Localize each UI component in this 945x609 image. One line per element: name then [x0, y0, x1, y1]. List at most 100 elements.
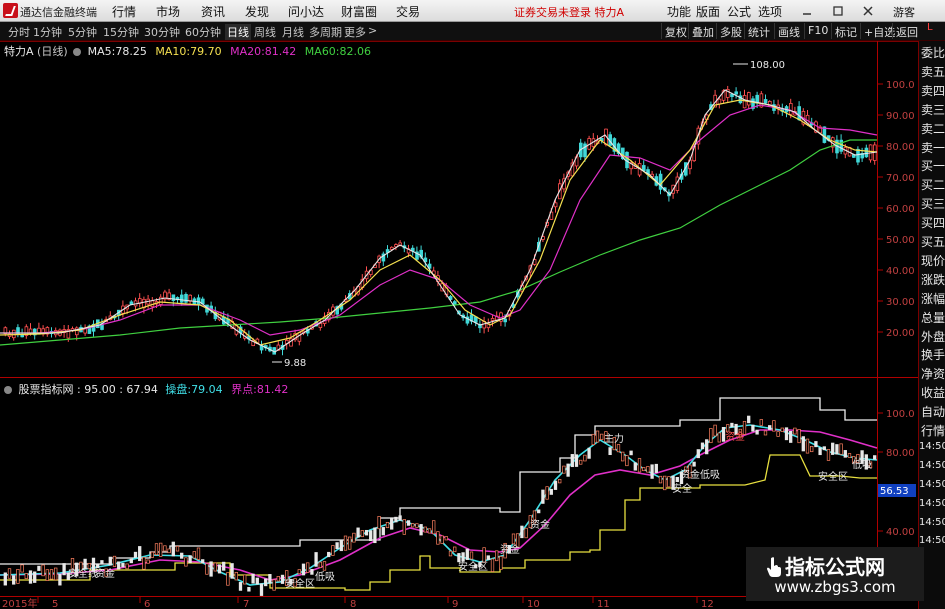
panel-item: 14:50 — [919, 459, 945, 471]
sub-candle — [150, 551, 154, 558]
sub-candle — [243, 574, 247, 585]
sub-candle — [717, 432, 721, 443]
sub-candle — [801, 436, 805, 452]
sub-candle — [146, 559, 150, 564]
sub-candle — [440, 535, 444, 544]
sub-candle — [171, 541, 175, 557]
price-tick: 20.00 — [886, 328, 915, 339]
sub-candle — [188, 555, 192, 564]
watermark-url: www.zbgs3.com — [774, 578, 896, 596]
panel-item: 现价 — [921, 253, 945, 268]
sub-candle — [234, 572, 238, 581]
chart-label: 安全线 — [68, 567, 98, 580]
ma60-line — [0, 139, 877, 346]
chart-label: 安全 — [672, 482, 692, 495]
sub-candle — [369, 530, 373, 542]
sub-candle — [217, 564, 222, 574]
candle-body — [856, 148, 860, 163]
candle-body — [452, 301, 457, 306]
sub-candle — [411, 523, 415, 528]
sub-candle — [574, 454, 579, 467]
sub-candle — [100, 560, 104, 565]
sub-candle — [49, 569, 54, 580]
sub-candle — [280, 574, 285, 584]
panel-item: 涨跌 — [921, 272, 945, 287]
sub-candle — [646, 466, 650, 473]
sub-candle — [314, 552, 318, 567]
chart-label: 低吸 — [852, 458, 872, 471]
sub-candle — [579, 459, 583, 465]
sub-candle — [570, 454, 574, 468]
sub-candle — [121, 562, 125, 568]
sub-candle — [159, 542, 163, 557]
sub-candle — [117, 561, 121, 570]
sub-tick: 80.00 — [886, 448, 915, 459]
sub-candle — [675, 477, 679, 482]
kline-chart[interactable]: 100.0 90.00 80.00 70.00 60.00 50.00 40.0… — [0, 0, 918, 609]
sub-axis: 100.0 80.00 60.00 40.00 56.53 — [878, 409, 916, 538]
sub-candle — [213, 562, 217, 572]
price-axis: 100.0 90.00 80.00 70.00 60.00 50.00 40.0… — [878, 80, 915, 339]
quote-side-panel: L 委比 卖五 卖四 卖三 卖二 卖一 买一 买二 买三 买四 买五 现价 涨跌 涨幅 总量 外盘 换手 净资 收益… — [918, 22, 945, 609]
time-label: 12 — [701, 599, 714, 609]
sub-candle — [591, 433, 595, 446]
sub-candle — [826, 449, 831, 461]
sub-candle — [133, 551, 138, 558]
sub-candle — [62, 563, 66, 576]
sub-candle — [759, 419, 763, 426]
sub-candle — [730, 422, 734, 428]
candle-body — [734, 91, 738, 95]
high-annotation: 108.00 — [733, 60, 785, 71]
sub-candle — [726, 424, 730, 432]
candle-body — [789, 103, 793, 115]
price-tick: 50.00 — [886, 235, 915, 246]
panel-item: 14:50 — [919, 535, 945, 547]
sub-candle — [272, 579, 276, 591]
sub-candle — [297, 569, 301, 575]
sub-candle — [495, 550, 499, 562]
sub-candle — [839, 443, 843, 455]
sub-candle — [545, 486, 549, 500]
panel-item: 净资 — [921, 367, 945, 382]
panel-item: 买一 — [921, 159, 945, 174]
sub-candle — [524, 527, 528, 539]
sub-candle — [28, 570, 33, 584]
candle-body — [642, 165, 646, 172]
sub-candle — [192, 551, 196, 559]
chart-label: 安全区 — [458, 560, 488, 573]
sub-candle — [230, 563, 234, 579]
chart-label: 低吸 — [700, 468, 720, 481]
sub-candle — [184, 557, 188, 567]
ma5-line — [0, 89, 878, 353]
panel-item: 换手 — [921, 348, 945, 363]
time-label: 11 — [597, 599, 610, 609]
candle-body — [490, 318, 495, 321]
sub-candle — [54, 567, 58, 581]
sub-candle — [205, 563, 209, 575]
sub-candle — [625, 455, 629, 467]
sub-candle — [810, 445, 814, 453]
sub-candle — [327, 551, 331, 558]
sub-candle — [797, 429, 801, 444]
panel-item: 买四 — [921, 216, 945, 231]
sub-candle — [390, 518, 394, 530]
time-label: 9 — [452, 599, 458, 609]
sub-candle — [511, 533, 516, 545]
sub-candle — [692, 461, 696, 467]
sub-candle — [537, 509, 541, 514]
sub-candle — [587, 447, 591, 459]
sub-candle — [490, 558, 495, 572]
candle-body — [822, 126, 827, 143]
panel-item: 买二 — [921, 178, 945, 193]
sub-candle — [457, 553, 461, 563]
sub-candle — [394, 516, 398, 523]
sub-candle — [482, 547, 486, 563]
panel-item: 14:50 — [919, 497, 945, 509]
panel-item[interactable]: 自动 — [921, 403, 945, 420]
sub-candle — [558, 479, 562, 484]
sub-candle — [847, 453, 852, 458]
panel-item: 卖五 — [921, 64, 945, 79]
sub-candle — [461, 552, 465, 562]
panel-item[interactable]: 行情 — [921, 422, 945, 439]
sub-candle — [356, 527, 360, 538]
